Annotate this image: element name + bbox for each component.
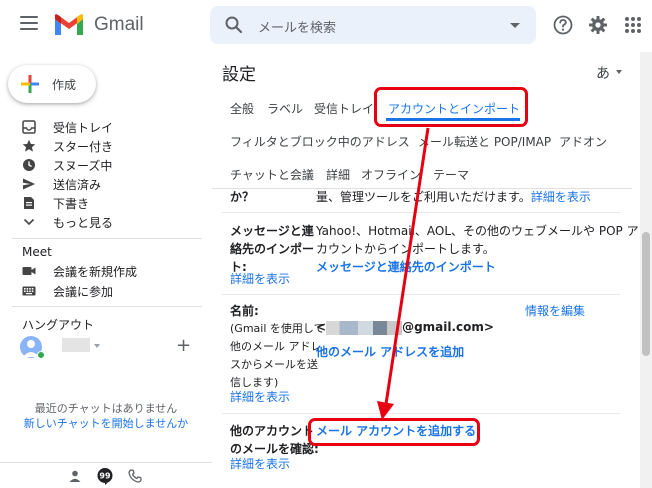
annotation-arrow: [377, 127, 430, 420]
